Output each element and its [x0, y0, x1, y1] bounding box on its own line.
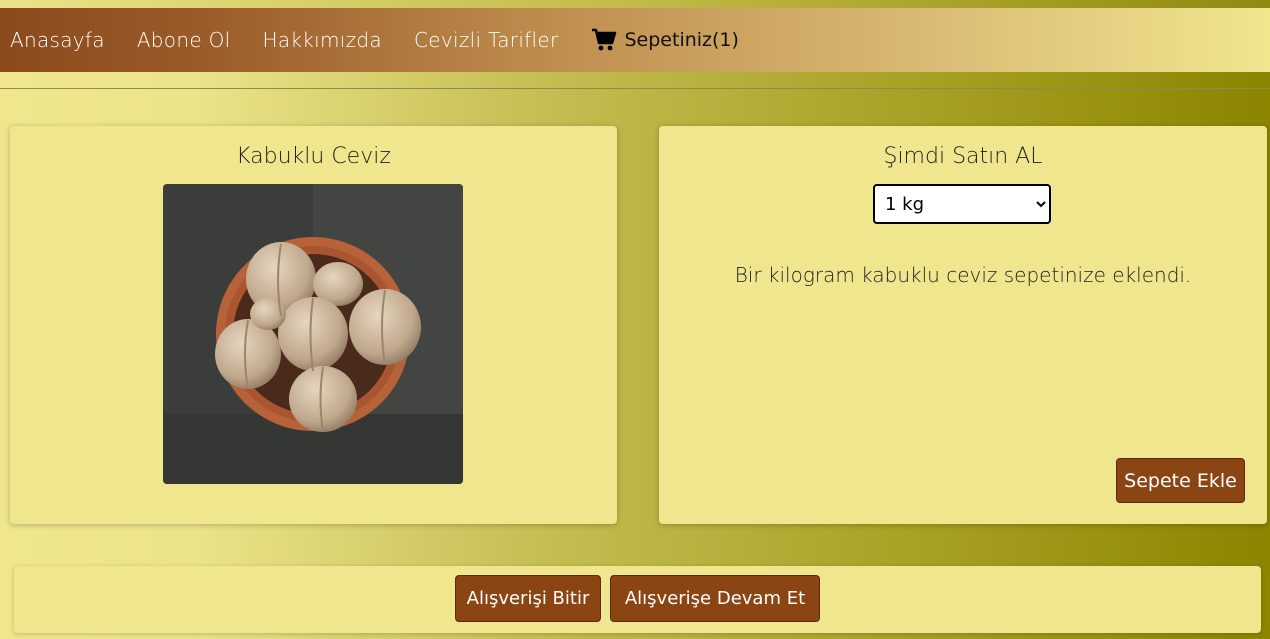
checkout-bar: Alışverişi Bitir Alışverişe Devam Et: [14, 566, 1261, 633]
product-card: Kabuklu Ceviz: [10, 126, 617, 524]
add-to-cart-button[interactable]: Sepete Ekle: [1116, 458, 1245, 503]
nav-link-recipes[interactable]: Cevizli Tarifler: [414, 28, 559, 52]
top-strip: [0, 0, 1270, 8]
finish-shopping-button[interactable]: Alışverişi Bitir: [455, 575, 601, 622]
divider: [0, 88, 1270, 89]
product-image: [163, 184, 463, 484]
purchase-card: Şimdi Satın AL 1 kg Bir kilogram kabuklu…: [659, 126, 1267, 524]
quantity-select[interactable]: 1 kg: [873, 184, 1051, 224]
nav-link-subscribe[interactable]: Abone Ol: [137, 28, 231, 52]
cart-message: Bir kilogram kabuklu ceviz sepetinize ek…: [734, 263, 1192, 287]
cart-link[interactable]: Sepetiniz(1): [591, 28, 739, 52]
nav-link-home[interactable]: Anasayfa: [10, 28, 105, 52]
nav-link-about[interactable]: Hakkımızda: [262, 28, 382, 52]
purchase-title: Şimdi Satın AL: [883, 144, 1043, 169]
continue-shopping-button[interactable]: Alışverişe Devam Et: [610, 575, 820, 622]
product-title: Kabuklu Ceviz: [236, 144, 391, 169]
cart-label: Sepetiniz(1): [624, 29, 739, 51]
navbar: Anasayfa Abone Ol Hakkımızda Cevizli Tar…: [0, 8, 1270, 72]
shopping-cart-icon: [591, 28, 616, 51]
